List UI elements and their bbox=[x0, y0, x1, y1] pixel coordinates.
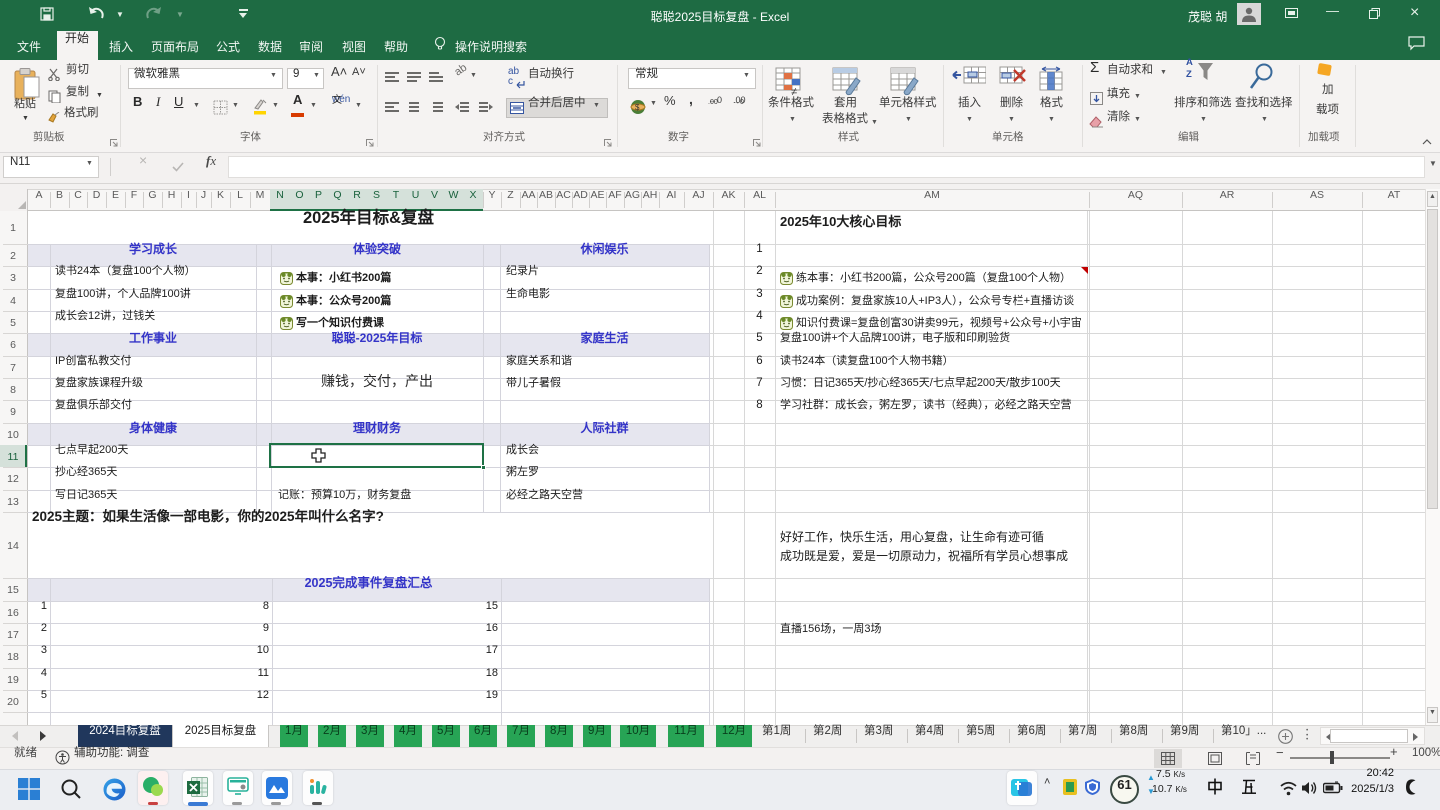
svg-text:≠: ≠ bbox=[791, 86, 797, 96]
svg-text:$: $ bbox=[635, 103, 640, 112]
